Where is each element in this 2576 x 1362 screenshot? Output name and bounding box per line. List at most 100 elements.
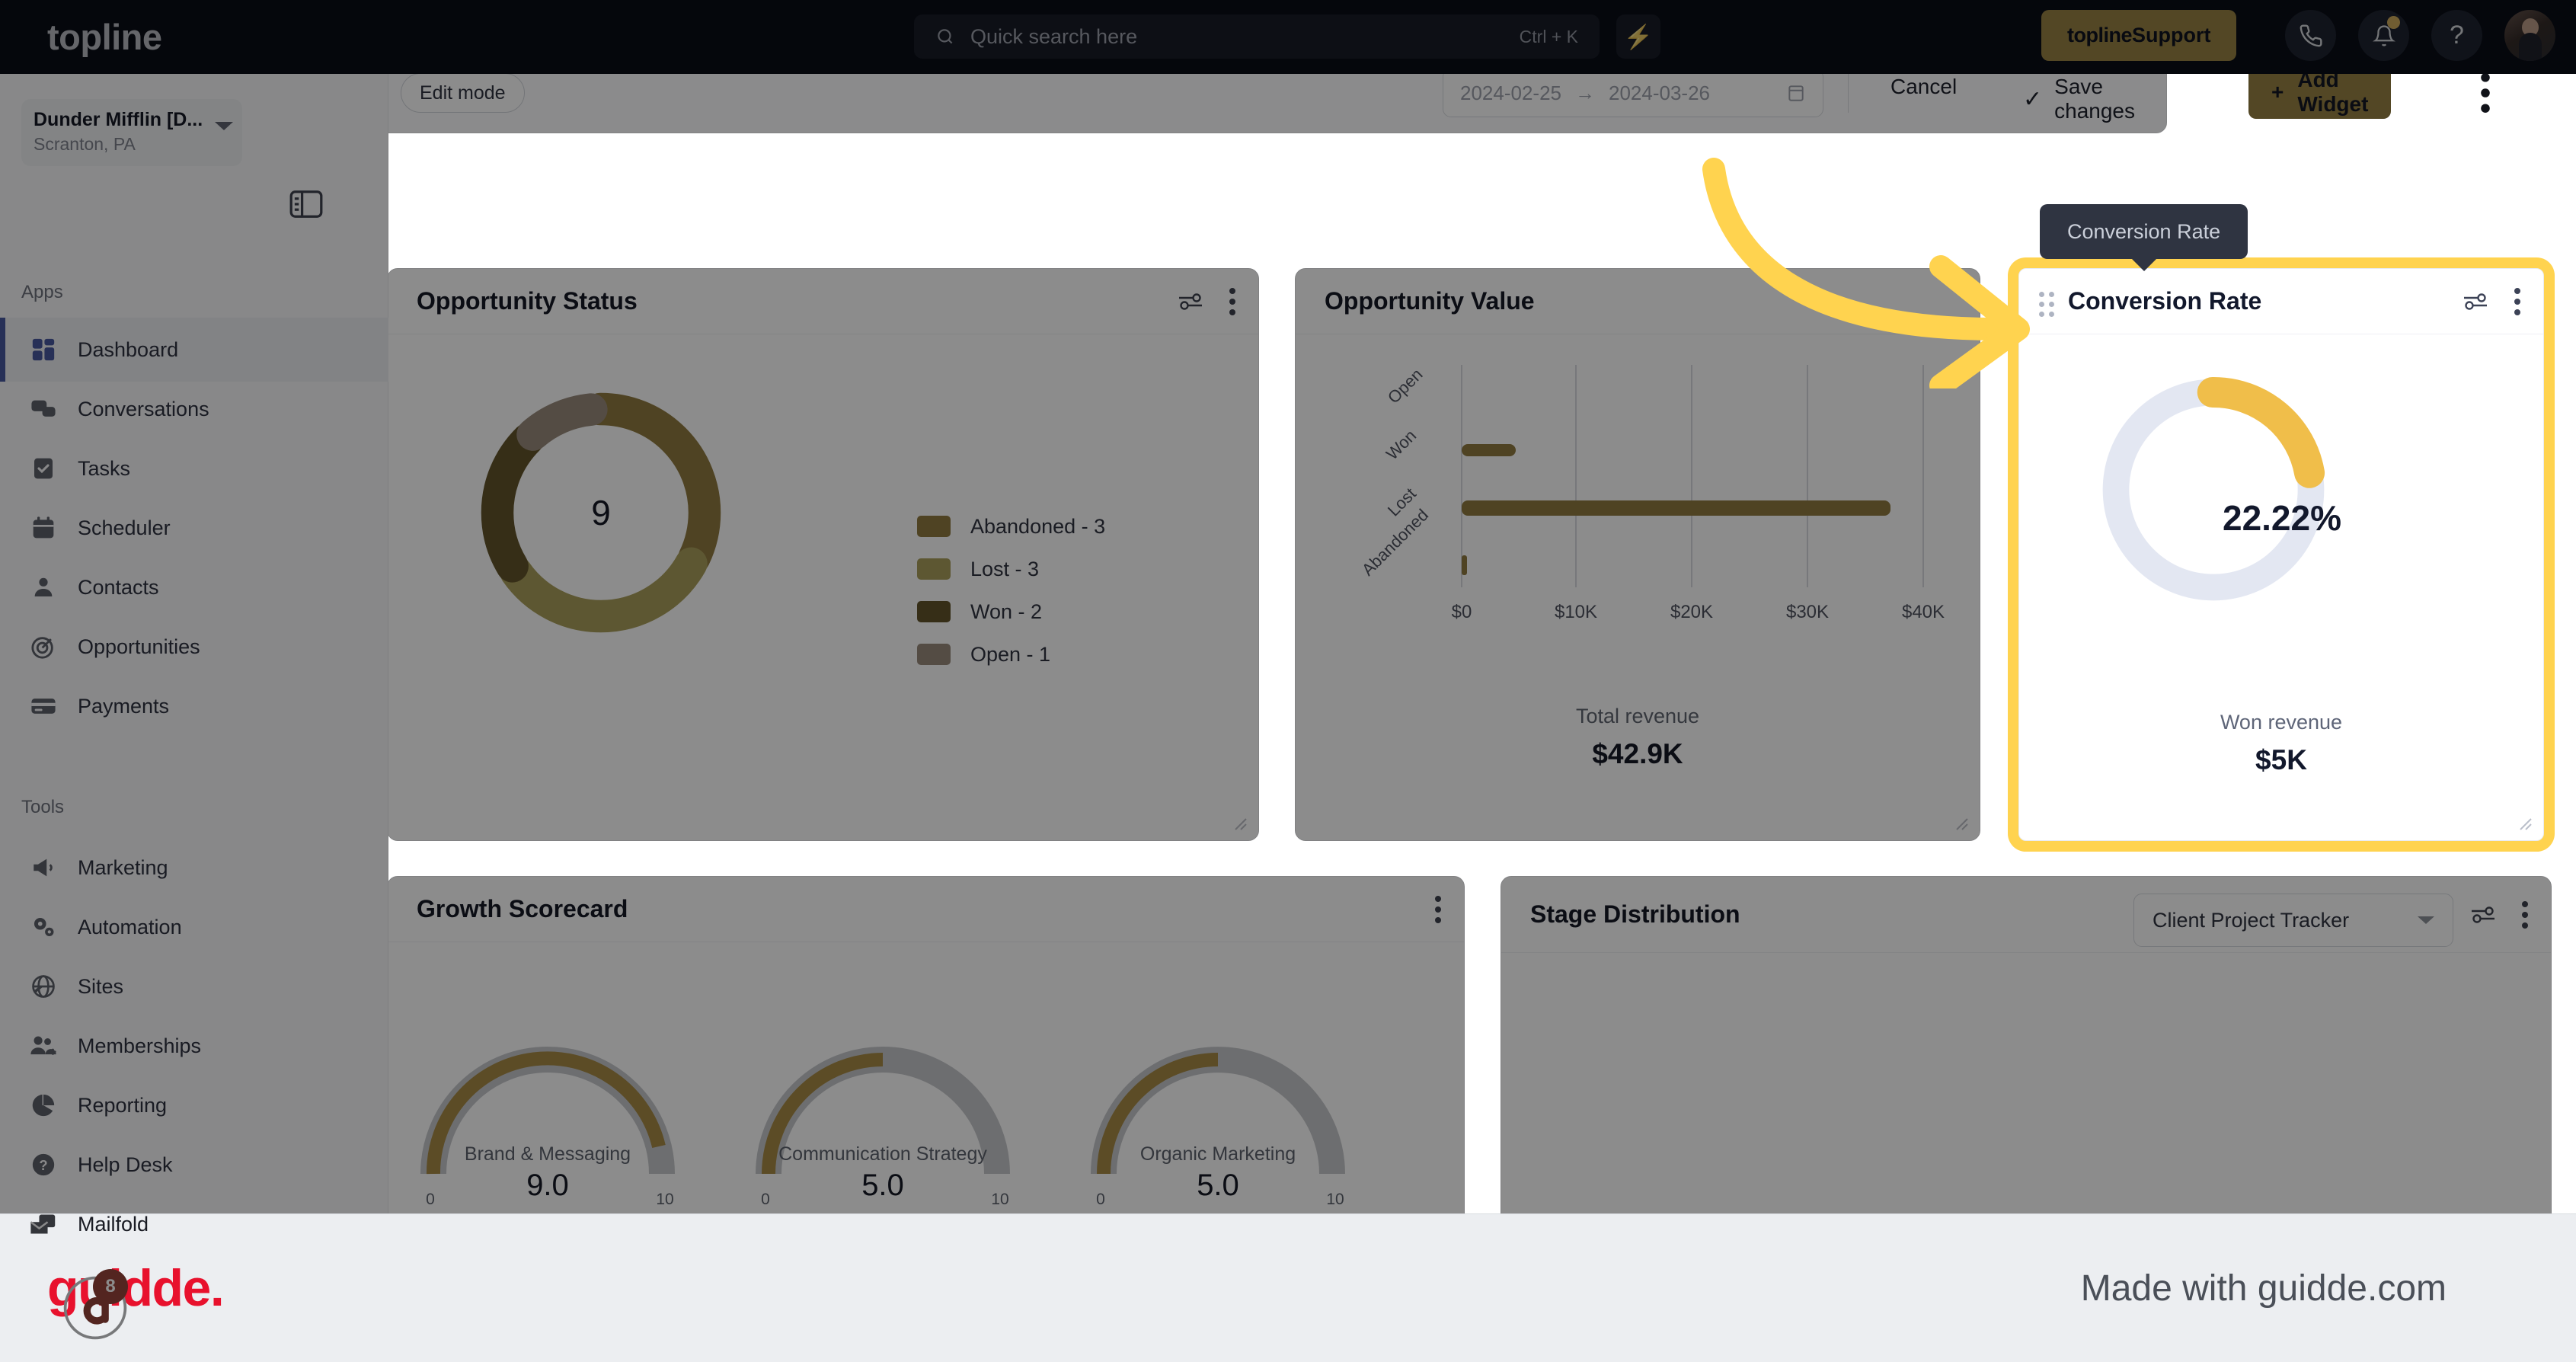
conversion-rate-donut-gauge: [2092, 368, 2335, 615]
legend-label: Abandoned - 3: [970, 514, 1106, 538]
sidebar-item-label: Contacts: [78, 575, 159, 599]
conversion-rate-value: 22.22%: [2222, 498, 2341, 538]
widget-opportunity-value: Opportunity Value Open Won Lost Abandone…: [1295, 268, 1980, 841]
sidebar-item-scheduler[interactable]: Scheduler: [0, 496, 388, 560]
quick-actions-button[interactable]: ⚡: [1616, 14, 1660, 59]
widget-title: Growth Scorecard: [417, 895, 628, 922]
search-input-placeholder: Quick search here: [970, 24, 1138, 48]
person-icon: [29, 573, 58, 602]
widget-title: Opportunity Status: [417, 287, 638, 315]
svg-text:$0: $0: [1452, 602, 1472, 622]
more-vertical-icon[interactable]: [1435, 895, 1441, 923]
widget-opportunity-status: Opportunity Status 9 Abandoned - 3 Lost …: [387, 268, 1259, 841]
date-range-picker[interactable]: 2024-02-25 → 2024-03-26: [1443, 69, 1823, 117]
sidebar-item-label: Help Desk: [78, 1153, 173, 1176]
sidebar-item-sites[interactable]: Sites: [0, 954, 388, 1018]
toolbar-more-button[interactable]: [2480, 73, 2491, 113]
sidebar-item-help-desk[interactable]: ? Help Desk: [0, 1133, 388, 1197]
credit-card-icon: [29, 692, 58, 721]
user-avatar[interactable]: [2504, 10, 2555, 61]
pipeline-select[interactable]: Client Project Tracker: [2133, 894, 2453, 947]
sidebar-item-contacts[interactable]: Contacts: [0, 555, 388, 619]
sidebar-item-label: Conversations: [78, 397, 209, 420]
topline-logo[interactable]: topline: [47, 16, 162, 58]
sidebar-item-label: Mailfold: [78, 1212, 149, 1236]
sidebar-item-reporting[interactable]: Reporting: [0, 1073, 388, 1137]
more-vertical-icon[interactable]: [2522, 900, 2528, 929]
sidebar-item-label: Memberships: [78, 1034, 202, 1057]
sidebar-item-label: Dashboard: [78, 337, 179, 361]
legend-label: Won - 2: [970, 599, 1043, 623]
resize-grip-icon[interactable]: [1229, 813, 1248, 831]
sidebar-item-label: Tasks: [78, 456, 131, 480]
legend-item: Won - 2: [917, 590, 1105, 633]
help-button[interactable]: ?: [2431, 10, 2482, 61]
chevron-down-icon: [215, 122, 233, 130]
phone-button[interactable]: [2285, 10, 2336, 61]
search-shortcut-hint: Ctrl + K: [1519, 26, 1578, 46]
bar-chart-svg: Open Won Lost Abandoned $0 $10K $20K $30…: [1358, 365, 1945, 622]
sidebar-item-automation[interactable]: Automation: [0, 895, 388, 959]
widget-header: Opportunity Status: [388, 269, 1258, 334]
notification-dot: [2387, 16, 2400, 29]
question-mark-icon: ?: [2450, 21, 2464, 50]
sidebar-item-tasks[interactable]: Tasks: [0, 436, 388, 500]
resize-grip-icon[interactable]: [2514, 813, 2533, 831]
more-vertical-icon[interactable]: [2514, 287, 2520, 315]
sidebar-section-apps: Apps: [21, 282, 63, 302]
sidebar-item-marketing[interactable]: Marketing: [0, 836, 388, 900]
sidebar-item-memberships[interactable]: Memberships: [0, 1014, 388, 1078]
global-search-box[interactable]: Quick search here Ctrl + K: [914, 14, 1600, 59]
gauge-communication-strategy: Communication Strategy 5.0 0 10: [756, 1047, 1010, 1208]
lightning-bolt-icon: ⚡: [1623, 23, 1654, 50]
svg-text:Won: Won: [1382, 426, 1420, 463]
sidebar-item-label: Marketing: [78, 855, 168, 879]
svg-text:9.0: 9.0: [526, 1169, 569, 1202]
svg-text:5.0: 5.0: [1197, 1169, 1239, 1202]
donut-gauge-svg: [2101, 377, 2326, 603]
svg-text:?: ?: [39, 1157, 47, 1173]
widget-header: Conversion Rate: [2019, 269, 2543, 334]
notifications-button[interactable]: [2358, 10, 2409, 61]
legend-swatch: [917, 601, 951, 622]
sidebar-item-label: Scheduler: [78, 516, 171, 539]
toolbar-divider: [1848, 73, 1849, 113]
svg-text:$40K: $40K: [1902, 602, 1945, 622]
phone-icon: [2300, 24, 2322, 46]
widget-header: Opportunity Value: [1296, 269, 1980, 334]
sidebar-item-opportunities[interactable]: Opportunities: [0, 615, 388, 679]
edit-mode-toggle[interactable]: Edit mode: [401, 73, 525, 113]
sidebar-item-dashboard[interactable]: Dashboard: [0, 318, 388, 382]
donut-center-total: 9: [591, 493, 611, 532]
cancel-button[interactable]: Cancel: [1890, 75, 1957, 99]
settings-sliders-icon[interactable]: [2463, 292, 2488, 312]
drag-handle-icon[interactable]: [2039, 292, 2056, 317]
save-changes-button[interactable]: ✓ Save changes: [2023, 75, 2166, 123]
sidebar-item-conversations[interactable]: Conversations: [0, 377, 388, 441]
check-icon: ✓: [2023, 86, 2043, 112]
workspace-selector[interactable]: Dunder Mifflin [D... Scranton, PA: [21, 99, 242, 166]
more-vertical-icon: [2481, 73, 2490, 113]
support-brand-label: topline: [2067, 24, 2133, 46]
total-revenue-value: $42.9K: [1592, 738, 1683, 769]
more-vertical-icon[interactable]: [1229, 287, 1235, 315]
svg-text:10: 10: [1326, 1191, 1344, 1208]
date-to: 2024-03-26: [1609, 81, 1710, 104]
sidebar-toggle-button[interactable]: [289, 190, 323, 218]
legend-swatch: [917, 644, 951, 665]
gauge-organic-marketing: Organic Marketing 5.0 0 10: [1091, 1047, 1345, 1208]
pie-chart-icon: [29, 1091, 58, 1120]
resize-grip-icon[interactable]: [1951, 813, 1969, 831]
topline-support-button[interactable]: topline Support: [2041, 10, 2237, 61]
sidebar-bottom-app-button[interactable]: 8: [61, 1269, 129, 1342]
sidebar-item-mailfold[interactable]: Mailfold: [0, 1192, 388, 1256]
settings-sliders-icon[interactable]: [1178, 292, 1203, 312]
widget-conversion-rate[interactable]: Conversion Rate 22.22% Won revenue $5K: [2018, 268, 2544, 841]
settings-sliders-icon[interactable]: [2470, 905, 2496, 925]
support-label: Support: [2132, 24, 2211, 46]
sidebar-item-payments[interactable]: Payments: [0, 674, 388, 738]
legend-item: Open - 1: [917, 633, 1105, 676]
sidebar-item-label: Reporting: [78, 1093, 168, 1117]
calendar-icon: [29, 513, 58, 542]
svg-text:Brand & Messaging: Brand & Messaging: [465, 1143, 631, 1165]
